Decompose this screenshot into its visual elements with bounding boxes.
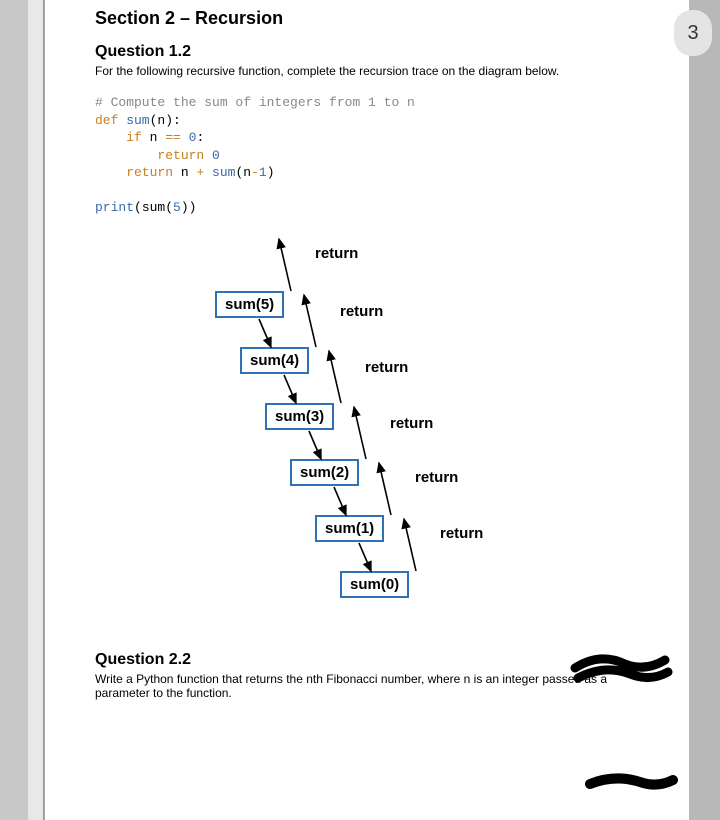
recursion-trace-diagram: return return return return return retur… <box>95 231 635 631</box>
question-1-2-title: Question 1.2 <box>95 43 639 61</box>
question-2-2-body: Write a Python function that returns the… <box>95 672 639 700</box>
return-arrow-0 <box>404 519 416 571</box>
document-page: Section 2 – Recursion Question 1.2 For t… <box>44 0 689 820</box>
scribble-top <box>570 650 680 690</box>
return-arrow-2 <box>354 407 366 459</box>
arrows-svg <box>95 231 635 631</box>
return-arrow-5 <box>279 239 291 291</box>
section-title: Section 2 – Recursion <box>95 8 639 29</box>
call-arrow-2-1 <box>334 487 346 515</box>
question-2-2-title: Question 2.2 <box>95 651 639 669</box>
call-arrow-5-4 <box>259 319 271 347</box>
viewport: Section 2 – Recursion Question 1.2 For t… <box>0 0 720 820</box>
call-arrow-4-3 <box>284 375 296 403</box>
code-comment: # Compute the sum of integers from 1 to … <box>95 95 415 110</box>
ruler-strip <box>28 0 44 820</box>
question-1-2-body: For the following recursive function, co… <box>95 64 639 78</box>
page-content: Section 2 – Recursion Question 1.2 For t… <box>45 0 689 724</box>
code-def: def <box>95 113 118 128</box>
return-arrow-4 <box>304 295 316 347</box>
return-arrow-1 <box>379 463 391 515</box>
return-arrow-3 <box>329 351 341 403</box>
call-arrow-3-2 <box>309 431 321 459</box>
scribble-bottom <box>585 770 680 798</box>
page-number-badge: 3 <box>674 10 712 56</box>
code-block: # Compute the sum of integers from 1 to … <box>95 94 639 217</box>
call-arrow-1-0 <box>359 543 371 571</box>
left-gutter <box>0 0 44 820</box>
